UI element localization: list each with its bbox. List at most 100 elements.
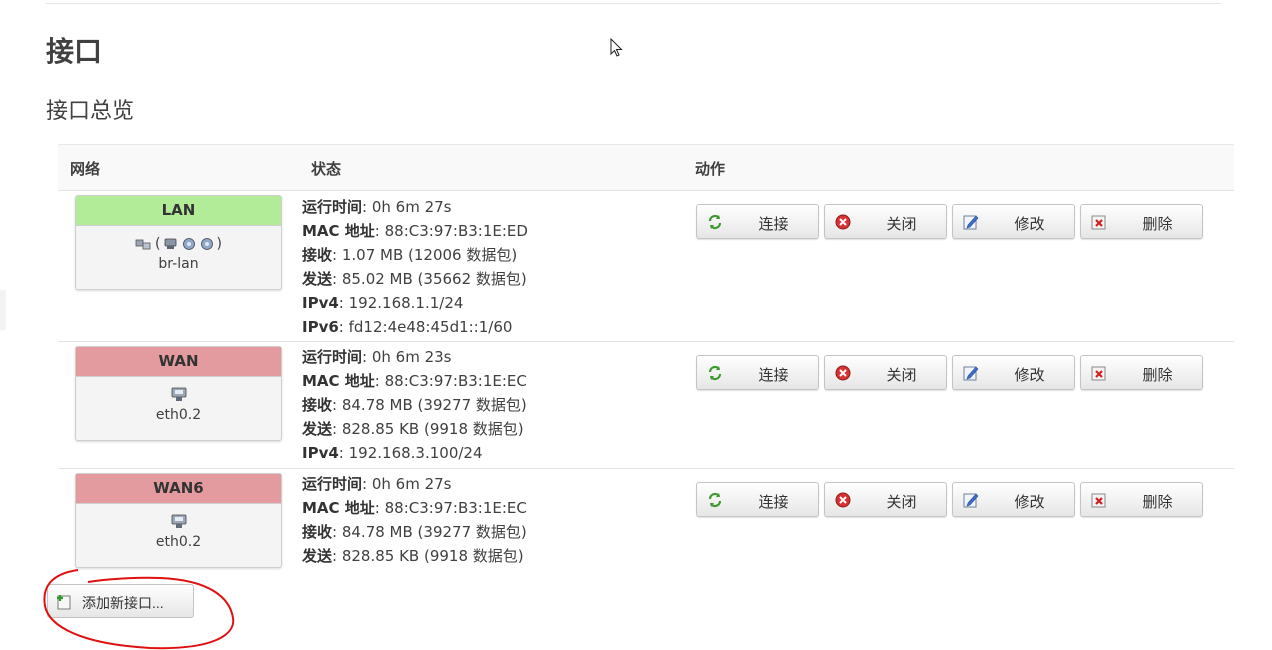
rx-value: 1.07 MB (12006 数据包): [341, 246, 518, 264]
interface-name: LAN: [76, 196, 281, 226]
delete-label: 删除: [1142, 366, 1173, 384]
connect-button[interactable]: 连接: [696, 482, 819, 517]
edit-label: 修改: [1014, 215, 1045, 233]
header-network: 网络: [70, 160, 101, 178]
delete-button[interactable]: 删除: [1080, 204, 1203, 239]
ethernet-port-icon: [76, 512, 281, 532]
interface-status: 运行时间: 0h 6m 23s MAC 地址: 88:C3:97:B3:1E:E…: [302, 348, 527, 462]
header-actions: 动作: [695, 160, 726, 178]
rx-label: 接收: [302, 523, 333, 541]
ipv6-value: fd12:4e48:45d1::1/60: [348, 318, 513, 336]
connect-button[interactable]: 连接: [696, 204, 819, 239]
delete-button[interactable]: 删除: [1080, 355, 1203, 390]
uptime-label: 运行时间: [302, 198, 363, 216]
connect-label: 连接: [758, 366, 789, 384]
uptime-label: 运行时间: [302, 475, 363, 493]
interface-device: eth0.2: [155, 534, 202, 550]
tx-label: 发送: [302, 270, 333, 288]
header-status: 状态: [311, 160, 342, 178]
interface-status: 运行时间: 0h 6m 27s MAC 地址: 88:C3:97:B3:1E:E…: [302, 475, 527, 565]
connect-label: 连接: [758, 493, 789, 511]
tx-label: 发送: [302, 420, 333, 438]
reload-icon: [708, 365, 722, 381]
top-divider: [46, 3, 1221, 4]
bridge-icon: ( ): [76, 234, 281, 254]
table-row-wan6: WAN6 eth0.2 运行时间: 0h 6m 27s MAC 地址: 88:C…: [58, 469, 1234, 571]
stop-button[interactable]: 关闭: [824, 482, 947, 517]
add-interface-button[interactable]: 添加新接口...: [47, 584, 194, 618]
stop-label: 关闭: [886, 215, 917, 233]
bridge-open-paren: (: [155, 236, 161, 252]
edit-icon: [963, 366, 979, 381]
rx-label: 接收: [302, 396, 333, 414]
edit-button[interactable]: 修改: [952, 482, 1075, 517]
delete-label: 删除: [1142, 215, 1173, 233]
mac-label: MAC 地址: [302, 222, 375, 240]
connect-label: 连接: [758, 215, 789, 233]
interface-device: br-lan: [158, 256, 199, 272]
row-actions: 连接 关闭 修改 删除: [696, 355, 1203, 390]
rx-value: 84.78 MB (39277 数据包): [341, 396, 527, 414]
bridge-close-paren: ): [216, 236, 222, 252]
add-interface-label: 添加新接口...: [82, 595, 164, 611]
table-header: 网络 状态 动作: [58, 144, 1234, 191]
mac-value: 88:C3:97:B3:1E:EC: [384, 372, 527, 390]
tx-value: 828.85 KB (9918 数据包): [341, 547, 524, 565]
reload-icon: [708, 492, 722, 508]
interface-device: eth0.2: [155, 407, 202, 423]
mac-label: MAC 地址: [302, 372, 375, 390]
interface-badge-lan[interactable]: LAN ( ) br-lan: [75, 195, 282, 290]
reload-icon: [708, 214, 722, 230]
table-row-wan: WAN eth0.2 运行时间: 0h 6m 23s MAC 地址: 88:C3…: [58, 342, 1234, 469]
ipv6-label: IPv6: [302, 318, 339, 336]
delete-icon: [1091, 493, 1106, 508]
ipv4-label: IPv4: [302, 444, 339, 462]
ipv4-label: IPv4: [302, 294, 339, 312]
uptime-value: 0h 6m 23s: [371, 348, 452, 366]
row-actions: 连接 关闭 修改 删除: [696, 482, 1203, 517]
rx-value: 84.78 MB (39277 数据包): [341, 523, 527, 541]
delete-button[interactable]: 删除: [1080, 482, 1203, 517]
interface-badge-wan6[interactable]: WAN6 eth0.2: [75, 473, 282, 568]
uptime-value: 0h 6m 27s: [371, 475, 452, 493]
section-title: 接口总览: [46, 99, 135, 124]
tx-value: 828.85 KB (9918 数据包): [341, 420, 524, 438]
edit-button[interactable]: 修改: [952, 355, 1075, 390]
uptime-value: 0h 6m 27s: [371, 198, 452, 216]
delete-icon: [1091, 366, 1106, 381]
edit-label: 修改: [1014, 493, 1045, 511]
edit-label: 修改: [1014, 366, 1045, 384]
edit-icon: [963, 493, 979, 508]
stop-icon: [835, 214, 851, 230]
mac-value: 88:C3:97:B3:1E:EC: [384, 499, 527, 517]
interface-badge-wan[interactable]: WAN eth0.2: [75, 346, 282, 441]
stop-button[interactable]: 关闭: [824, 355, 947, 390]
stop-label: 关闭: [886, 493, 917, 511]
edit-button[interactable]: 修改: [952, 204, 1075, 239]
ethernet-port-icon: [76, 385, 281, 405]
ipv4-value: 192.168.1.1/24: [348, 294, 464, 312]
interface-status: 运行时间: 0h 6m 27s MAC 地址: 88:C3:97:B3:1E:E…: [302, 198, 528, 336]
stop-label: 关闭: [886, 366, 917, 384]
interface-name: WAN6: [76, 474, 281, 504]
add-icon: [57, 595, 71, 610]
delete-label: 删除: [1142, 493, 1173, 511]
tx-label: 发送: [302, 547, 333, 565]
mac-value: 88:C3:97:B3:1E:ED: [384, 222, 528, 240]
stop-button[interactable]: 关闭: [824, 204, 947, 239]
table-row-lan: LAN ( ) br-lan 运行时间: 0h 6m 27s MAC 地址: 8…: [58, 191, 1234, 342]
mouse-cursor-icon: [610, 38, 623, 57]
interface-table: 网络 状态 动作 LAN ( ) br-lan 运行时间: 0h 6m 27s …: [58, 144, 1234, 571]
rx-label: 接收: [302, 246, 333, 264]
mac-label: MAC 地址: [302, 499, 375, 517]
page-title: 接口: [46, 35, 103, 68]
row-actions: 连接 关闭 修改 删除: [696, 204, 1203, 239]
edit-icon: [963, 215, 979, 230]
stop-icon: [835, 365, 851, 381]
connect-button[interactable]: 连接: [696, 355, 819, 390]
ipv4-value: 192.168.3.100/24: [348, 444, 483, 462]
stop-icon: [835, 492, 851, 508]
tx-value: 85.02 MB (35662 数据包): [341, 270, 527, 288]
delete-icon: [1091, 215, 1106, 230]
page-edge: [0, 290, 6, 330]
